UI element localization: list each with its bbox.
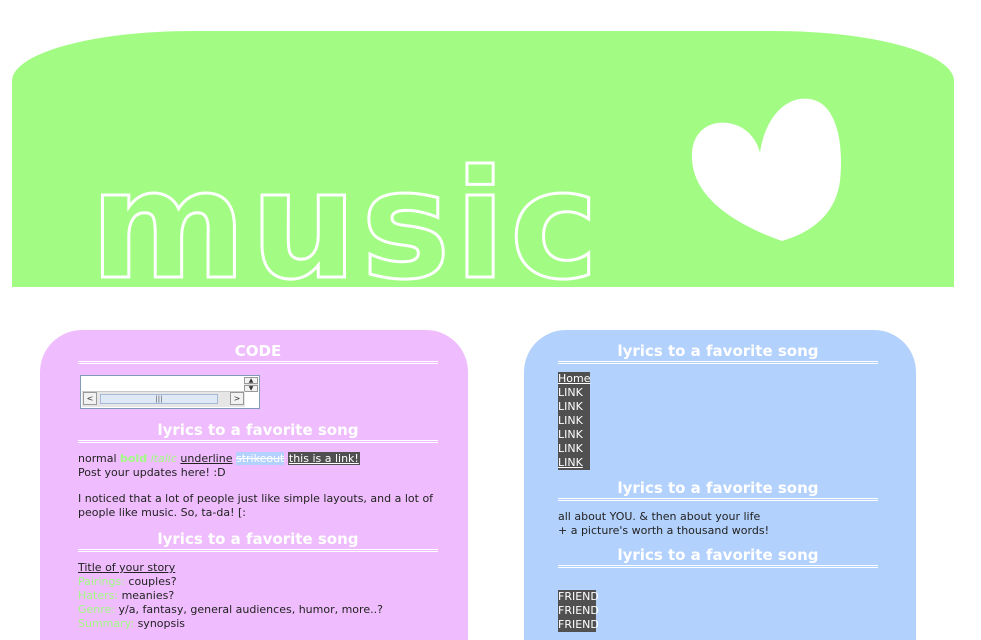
underline-text: underline xyxy=(180,452,233,465)
banner-title: music xyxy=(89,139,603,288)
nav-link[interactable]: LINK xyxy=(558,386,590,400)
lyrics-section-title: lyrics to a favorite song xyxy=(78,421,438,443)
style-demo: normal bold italic underline strikeout t… xyxy=(78,452,438,520)
scroll-left-icon[interactable]: < xyxy=(83,392,97,405)
friends-section-title: lyrics to a favorite song xyxy=(558,546,878,568)
story-value: y/a, fantasy, general audiences, humor, … xyxy=(118,603,383,616)
story-label: Genre: xyxy=(78,603,116,616)
nav-link[interactable]: LINK xyxy=(558,400,590,414)
strike-text: strikeout xyxy=(235,452,285,465)
friends-list: FRIEND FRIEND FRIEND xyxy=(558,590,878,632)
story-label: Summary: xyxy=(78,617,135,630)
story-section-title: lyrics to a favorite song xyxy=(78,530,438,552)
bold-text: bold xyxy=(120,452,148,465)
nav-link[interactable]: LINK xyxy=(558,428,590,442)
about-line: all about YOU. & then about your life xyxy=(558,510,761,523)
story-value: couples? xyxy=(128,575,177,588)
sample-link[interactable]: this is a link! xyxy=(287,452,360,465)
story-value: meanies? xyxy=(121,589,175,602)
updates-text: Post your updates here! :D xyxy=(78,466,226,479)
story-value: synopsis xyxy=(137,617,186,630)
left-panel: CODE ▲ ▼ < ||| > lyrics to a favorite so… xyxy=(40,330,468,640)
intro-text: I noticed that a lot of people just like… xyxy=(78,492,434,519)
nav-link[interactable]: LINK xyxy=(558,414,590,428)
nav-link[interactable]: LINK xyxy=(558,456,590,470)
right-panel: lyrics to a favorite song Home LINK LINK… xyxy=(524,330,916,640)
scroll-right-icon[interactable]: > xyxy=(230,392,244,405)
scroll-up-icon[interactable]: ▲ xyxy=(244,377,258,384)
nav-link-home[interactable]: Home xyxy=(558,372,590,386)
about-section-title: lyrics to a favorite song xyxy=(558,479,878,501)
friend-link[interactable]: FRIEND xyxy=(558,590,599,604)
normal-text: normal xyxy=(78,452,117,465)
scroll-thumb[interactable]: ||| xyxy=(100,394,218,404)
about-line: + a picture's worth a thousand words! xyxy=(558,524,769,537)
story-label: Haters: xyxy=(78,589,119,602)
friend-link[interactable]: FRIEND xyxy=(558,618,599,632)
header-banner: music xyxy=(12,31,954,287)
code-section-title: CODE xyxy=(78,342,438,364)
italic-text: italic xyxy=(150,452,177,465)
nav-section-title: lyrics to a favorite song xyxy=(558,342,878,364)
friend-link[interactable]: FRIEND xyxy=(558,604,599,618)
nav-link[interactable]: LINK xyxy=(558,442,590,456)
code-vertical-scrollbar[interactable]: ▲ ▼ xyxy=(244,377,258,392)
heart-icon xyxy=(691,98,841,241)
scroll-down-icon[interactable]: ▼ xyxy=(244,385,258,392)
story-label: Pairings: xyxy=(78,575,125,588)
nav-list: Home LINK LINK LINK LINK LINK LINK xyxy=(558,372,878,470)
story-title: Title of your story xyxy=(78,561,176,574)
code-textarea[interactable]: ▲ ▼ < ||| > xyxy=(80,375,260,409)
about-text: all about YOU. & then about your life + … xyxy=(558,510,878,538)
code-horizontal-scrollbar[interactable]: < ||| > xyxy=(82,391,245,407)
story-info: Title of your story Pairings: couples? H… xyxy=(78,561,438,631)
